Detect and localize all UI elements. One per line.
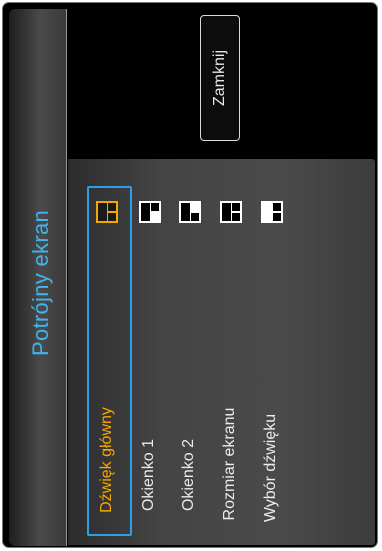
layout-pane-icon [263, 203, 272, 221]
layout-pane-icon [181, 203, 190, 221]
layout-pane-icon [273, 213, 281, 221]
menu-item-sound-select[interactable]: Wybór dźwięku [262, 414, 280, 522]
layout-screen-size-icon[interactable] [220, 201, 242, 223]
layout-pane-icon [232, 203, 240, 211]
close-button[interactable]: Zamknij [200, 15, 240, 141]
layout-pane-icon [141, 203, 150, 221]
layout-window-2-icon[interactable] [179, 201, 201, 223]
layout-pane-icon [222, 203, 231, 221]
layout-pane-icon [151, 203, 159, 211]
close-button-label: Zamknij [211, 49, 228, 107]
layout-pane-icon [151, 213, 159, 221]
layout-pane-icon [98, 203, 107, 221]
layout-pane-icon [108, 213, 116, 221]
layout-sound-select-icon[interactable] [261, 201, 283, 223]
triple-screen-dialog: Potrójny ekran Zamknij Dźwięk główny Oki… [2, 2, 378, 548]
title-strip: Potrójny ekran [9, 9, 67, 546]
menu-item-window-2[interactable]: Okienko 2 [180, 439, 198, 511]
layout-window-1-icon[interactable] [139, 201, 161, 223]
layout-pane-icon [191, 203, 199, 211]
layout-pane-icon [273, 203, 281, 211]
layout-main-sound-icon[interactable] [96, 201, 118, 223]
layout-pane-icon [191, 213, 199, 221]
menu-item-main-sound[interactable]: Dźwięk główny [98, 407, 116, 513]
dialog-title: Potrójny ekran [28, 209, 53, 357]
layout-pane-icon [108, 203, 116, 211]
menu-item-screen-size[interactable]: Rozmiar ekranu [221, 408, 239, 521]
layout-pane-icon [232, 213, 240, 221]
menu-item-window-1[interactable]: Okienko 1 [140, 439, 158, 511]
